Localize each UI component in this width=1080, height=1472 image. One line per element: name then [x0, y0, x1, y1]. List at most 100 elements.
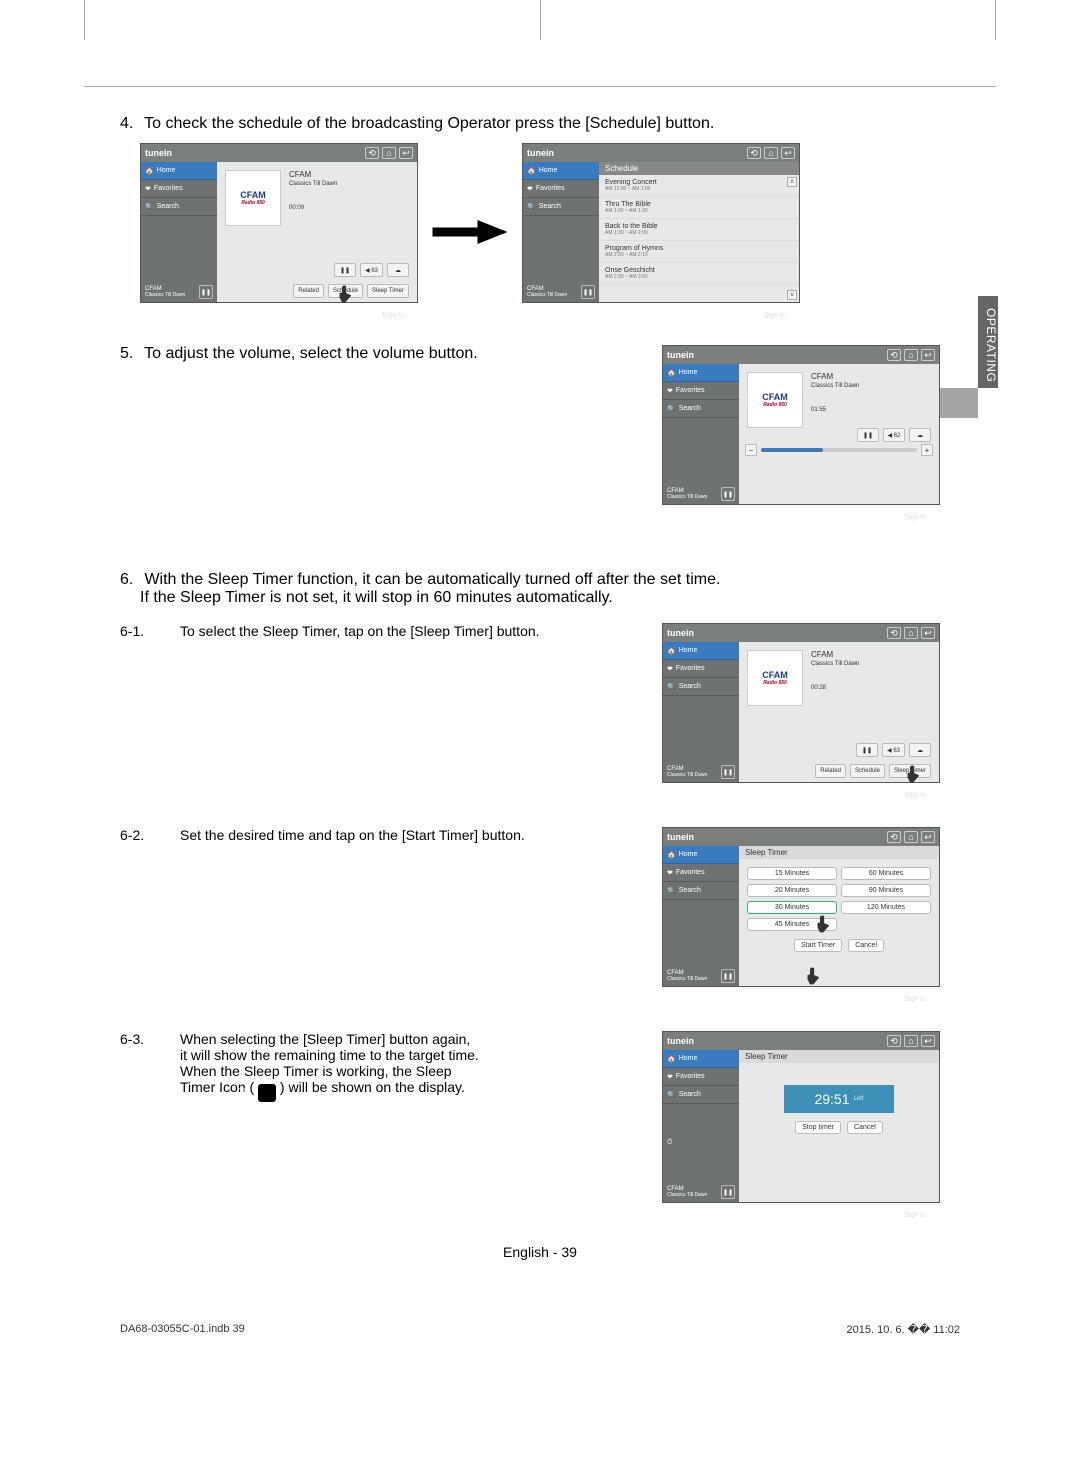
pointing-hand-icon — [905, 764, 925, 784]
schedule-button[interactable]: Schedule — [850, 764, 885, 778]
schedule-row[interactable]: Thru The BibleAM 1:00 ~ AM 1:30 — [599, 197, 799, 219]
station-logo: CFAMRadio 950 — [747, 372, 803, 428]
sidebar-item-home[interactable]: 🏠 Home — [663, 1050, 739, 1068]
timer-option[interactable]: 120 Minutes — [841, 901, 931, 914]
back-icon[interactable]: ↩ — [399, 147, 413, 159]
sidebar-item-search[interactable]: 🔍 Search — [523, 198, 599, 216]
volume-down-button[interactable]: − — [745, 444, 757, 456]
refresh-icon[interactable]: ⟲ — [887, 627, 901, 639]
figure-4-right: tunein ⟲ ⌂ ↩ 🏠 Home ❤ Favorites 🔍 Search — [522, 143, 800, 321]
sidebar-item-search[interactable]: 🔍 Search — [663, 1086, 739, 1104]
pause-button[interactable]: ❚❚ — [581, 285, 595, 299]
tunein-logo: tunein — [667, 628, 694, 638]
timer-option[interactable]: 60 Minutes — [841, 867, 931, 880]
timer-option-selected[interactable]: 30 Minutes — [747, 901, 837, 914]
pause-button[interactable]: ❚❚ — [721, 765, 735, 779]
cancel-button[interactable]: Cancel — [847, 1121, 883, 1134]
cloud-icon[interactable]: ☁ — [387, 263, 409, 277]
volume-up-button[interactable]: + — [921, 444, 933, 456]
back-icon[interactable]: ↩ — [921, 349, 935, 361]
related-button[interactable]: Related — [815, 764, 846, 778]
cloud-icon[interactable]: ☁ — [909, 743, 931, 757]
sidebar-item-search[interactable]: 🔍 Search — [663, 678, 739, 696]
volume-button[interactable]: ◀ 62 — [883, 428, 905, 442]
sidebar-item-search[interactable]: 🔍 Search — [663, 882, 739, 900]
step-4-text: To check the schedule of the broadcastin… — [144, 115, 714, 132]
timer-option[interactable]: 15 Minutes — [747, 867, 837, 880]
cancel-button[interactable]: Cancel — [848, 939, 884, 952]
now-playing-bar: CFAM Classics Till Dawn ❚❚ — [663, 762, 739, 782]
pointing-hand-icon — [337, 284, 357, 304]
volume-slider[interactable] — [761, 448, 917, 452]
now-playing-bar: CFAM Classics Till Dawn ❚❚ — [663, 1182, 739, 1202]
sidebar-item-home[interactable]: 🏠 Home — [141, 162, 217, 180]
volume-button[interactable]: ◀ 63 — [360, 263, 383, 277]
pause-icon[interactable]: ❚❚ — [857, 428, 879, 442]
step-6-3-line-4a: Timer Icon ( — [180, 1079, 258, 1095]
sidebar-item-home[interactable]: 🏠 Home — [663, 642, 739, 660]
home-icon[interactable]: ⌂ — [904, 1035, 918, 1047]
cloud-icon[interactable]: ☁ — [909, 428, 931, 442]
pause-icon[interactable]: ❚❚ — [856, 743, 878, 757]
refresh-icon[interactable]: ⟲ — [887, 831, 901, 843]
pause-button[interactable]: ❚❚ — [721, 1185, 735, 1199]
scroll-down-icon[interactable]: ˅ — [787, 290, 797, 300]
sidebar-item-home[interactable]: 🏠 Home — [523, 162, 599, 180]
schedule-row[interactable]: Evening ConcertAM 12:00 ~ AM 1:00 — [599, 175, 799, 197]
step-4-number: 4. — [120, 115, 140, 133]
pause-button[interactable]: ❚❚ — [721, 487, 735, 501]
pause-button[interactable]: ❚❚ — [199, 285, 213, 299]
sidebar-item-search[interactable]: 🔍 Search — [141, 198, 217, 216]
pause-button[interactable]: ❚❚ — [721, 969, 735, 983]
home-icon[interactable]: ⌂ — [764, 147, 778, 159]
refresh-icon[interactable]: ⟲ — [365, 147, 379, 159]
sidebar-item-favorites[interactable]: ❤ Favorites — [663, 864, 739, 882]
refresh-icon[interactable]: ⟲ — [887, 1035, 901, 1047]
timer-option[interactable]: 90 Minutes — [841, 884, 931, 897]
home-icon[interactable]: ⌂ — [904, 831, 918, 843]
tunein-logo: tunein — [145, 148, 172, 158]
back-icon[interactable]: ↩ — [921, 627, 935, 639]
arrow-right-icon — [430, 217, 510, 247]
stop-timer-button[interactable]: Stop timer — [795, 1121, 841, 1134]
sign-in-link[interactable]: Sign In — [904, 1212, 926, 1219]
back-icon[interactable]: ↩ — [921, 831, 935, 843]
schedule-row[interactable]: Onse GeschichtAM 2:30 ~ AM 3:00 — [599, 263, 799, 285]
tunein-logo: tunein — [667, 832, 694, 842]
step-6-1-number: 6-1. — [150, 623, 180, 639]
pause-icon[interactable]: ❚❚ — [334, 263, 356, 277]
sidebar-item-home[interactable]: 🏠 Home — [663, 364, 739, 382]
sign-in-link[interactable]: Sign In — [904, 792, 926, 799]
sidebar-item-favorites[interactable]: ❤ Favorites — [141, 180, 217, 198]
tunein-logo: tunein — [667, 350, 694, 360]
sidebar-item-favorites[interactable]: ❤ Favorites — [663, 1068, 739, 1086]
scroll-up-icon[interactable]: ˄ — [787, 177, 797, 187]
sidebar-item-favorites[interactable]: ❤ Favorites — [663, 660, 739, 678]
start-timer-button[interactable]: Start Timer — [794, 939, 842, 952]
sidebar-item-search[interactable]: 🔍 Search — [663, 400, 739, 418]
step-6-1-text: To select the Sleep Timer, tap on the [S… — [180, 623, 540, 639]
back-icon[interactable]: ↩ — [921, 1035, 935, 1047]
related-button[interactable]: Related — [293, 284, 324, 298]
sign-in-link[interactable]: Sign In — [904, 514, 926, 521]
sidebar-item-favorites[interactable]: ❤ Favorites — [663, 382, 739, 400]
page-footer: English - 39 — [0, 1244, 1080, 1260]
sign-in-link[interactable]: Sign In — [904, 996, 926, 1003]
sidebar-item-favorites[interactable]: ❤ Favorites — [523, 180, 599, 198]
home-icon[interactable]: ⌂ — [904, 349, 918, 361]
tunein-logo: tunein — [667, 1036, 694, 1046]
timer-option[interactable]: 20 Minutes — [747, 884, 837, 897]
sleep-timer-button[interactable]: Sleep Timer — [367, 284, 409, 298]
sign-in-link[interactable]: Sign In — [764, 312, 786, 319]
schedule-row[interactable]: Program of HymnsAM 2:00 ~ AM 2:15 — [599, 241, 799, 263]
refresh-icon[interactable]: ⟲ — [747, 147, 761, 159]
figure-5: tunein ⟲ ⌂ ↩ 🏠 Home ❤ Favorites 🔍 Search — [662, 345, 940, 523]
back-icon[interactable]: ↩ — [781, 147, 795, 159]
volume-button[interactable]: ◀ 63 — [882, 743, 905, 757]
refresh-icon[interactable]: ⟲ — [887, 349, 901, 361]
sidebar-item-home[interactable]: 🏠 Home — [663, 846, 739, 864]
schedule-row[interactable]: Back to the BibleAM 1:30 ~ AM 2:00 — [599, 219, 799, 241]
sign-in-link[interactable]: Sign In — [382, 312, 404, 319]
home-icon[interactable]: ⌂ — [904, 627, 918, 639]
home-icon[interactable]: ⌂ — [382, 147, 396, 159]
